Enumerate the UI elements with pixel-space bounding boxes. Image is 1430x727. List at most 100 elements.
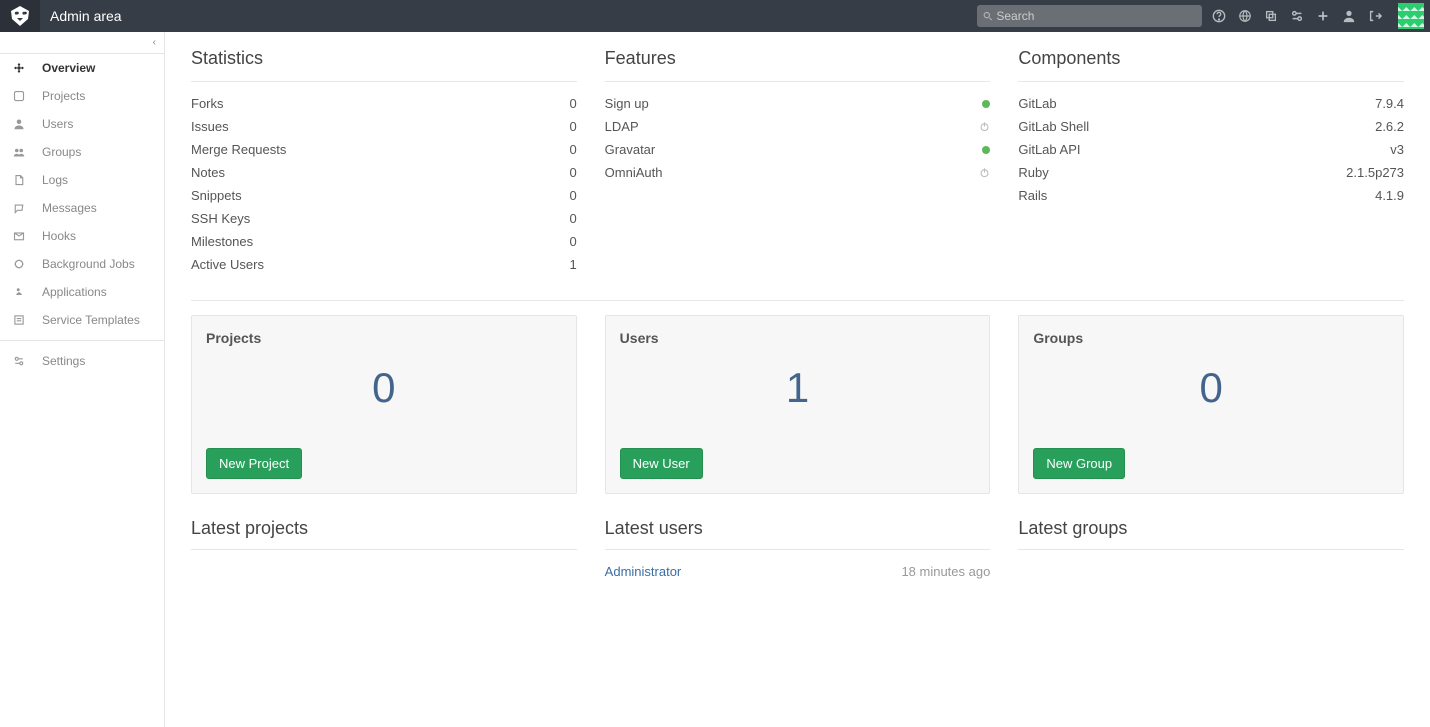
- signout-icon[interactable]: [1368, 9, 1382, 23]
- sidebar-item-messages[interactable]: Messages: [0, 194, 164, 222]
- stat-value: 0: [569, 96, 576, 111]
- globe-icon[interactable]: [1238, 9, 1252, 23]
- new-group-button[interactable]: New Group: [1033, 448, 1125, 479]
- avatar[interactable]: [1398, 3, 1424, 29]
- feature-row: Gravatar: [605, 138, 991, 161]
- stat-row: Snippets 0: [191, 184, 577, 207]
- sidebar-item-settings[interactable]: Settings: [0, 347, 164, 375]
- users-count: 1: [620, 364, 976, 412]
- stat-value: 0: [569, 119, 576, 134]
- stat-value: 1: [569, 257, 576, 272]
- search-box[interactable]: [977, 5, 1202, 27]
- stat-label: Snippets: [191, 188, 242, 203]
- sidebar-item-label: Applications: [42, 285, 107, 299]
- latest-users-column: Latest users Administrator 18 minutes ago: [605, 508, 991, 593]
- sidebar-item-projects[interactable]: Projects: [0, 82, 164, 110]
- overview-icon: [12, 62, 26, 74]
- latest-projects-heading: Latest projects: [191, 508, 577, 549]
- stat-value: 0: [569, 234, 576, 249]
- sidebar-item-label: Logs: [42, 173, 68, 187]
- sidebar-item-service-templates[interactable]: Service Templates: [0, 306, 164, 334]
- sidebar-item-label: Users: [42, 117, 73, 131]
- component-label: GitLab: [1018, 96, 1056, 111]
- stat-label: Forks: [191, 96, 224, 111]
- latest-user-row: Administrator 18 minutes ago: [605, 550, 991, 593]
- latest-user-link[interactable]: Administrator: [605, 564, 682, 579]
- stat-value: 0: [569, 211, 576, 226]
- stat-row: Issues 0: [191, 115, 577, 138]
- projects-count: 0: [206, 364, 562, 412]
- stat-row: Milestones 0: [191, 230, 577, 253]
- stat-label: Issues: [191, 119, 229, 134]
- stat-label: SSH Keys: [191, 211, 250, 226]
- sidebar-item-overview[interactable]: Overview: [0, 54, 164, 82]
- sidebar-item-hooks[interactable]: Hooks: [0, 222, 164, 250]
- latest-groups-column: Latest groups: [1018, 508, 1404, 593]
- users-card-title: Users: [620, 330, 976, 346]
- latest-projects-column: Latest projects: [191, 508, 577, 593]
- component-label: GitLab API: [1018, 142, 1080, 157]
- component-row: GitLab API v3: [1018, 138, 1404, 161]
- component-row: Ruby2.1.5p273: [1018, 161, 1404, 184]
- sidebar-item-groups[interactable]: Groups: [0, 138, 164, 166]
- settings-icon: [12, 355, 26, 367]
- help-icon[interactable]: [1212, 9, 1226, 23]
- groups-count: 0: [1033, 364, 1389, 412]
- component-value: v3: [1390, 142, 1404, 157]
- component-row: Rails4.1.9: [1018, 184, 1404, 207]
- sliders-icon[interactable]: [1290, 9, 1304, 23]
- sidebar-item-background-jobs[interactable]: Background Jobs: [0, 250, 164, 278]
- main-content: Statistics Forks0Issues0Merge Requests0N…: [165, 32, 1430, 727]
- new-project-button[interactable]: New Project: [206, 448, 302, 479]
- collapse-sidebar-button[interactable]: ‹: [0, 32, 164, 54]
- feature-row: Sign up: [605, 92, 991, 115]
- service-templates-icon: [12, 314, 26, 326]
- groups-icon: [12, 146, 26, 158]
- stat-label: Milestones: [191, 234, 253, 249]
- copy-icon[interactable]: [1264, 9, 1278, 23]
- sidebar-item-label: Background Jobs: [42, 257, 135, 271]
- feature-label: OmniAuth: [605, 165, 663, 180]
- top-icons: [1212, 3, 1430, 29]
- latest-groups-heading: Latest groups: [1018, 508, 1404, 549]
- status-off-icon: [979, 167, 990, 178]
- new-user-button[interactable]: New User: [620, 448, 703, 479]
- stat-label: Notes: [191, 165, 225, 180]
- hooks-icon: [12, 230, 26, 242]
- logs-icon: [12, 174, 26, 186]
- sidebar-divider: [0, 340, 164, 341]
- latest-user-time: 18 minutes ago: [901, 564, 990, 579]
- users-icon: [12, 118, 26, 130]
- feature-row: LDAP: [605, 115, 991, 138]
- stat-label: Merge Requests: [191, 142, 286, 157]
- search-input[interactable]: [996, 9, 1196, 23]
- sidebar: ‹ Overview Projects Users Groups Logs Message…: [0, 32, 165, 727]
- plus-icon[interactable]: [1316, 9, 1330, 23]
- sidebar-item-label: Groups: [42, 145, 81, 159]
- sidebar-item-label: Overview: [42, 61, 95, 75]
- component-row: GitLab Shell2.6.2: [1018, 115, 1404, 138]
- page-title: Admin area: [50, 8, 977, 24]
- sidebar-item-logs[interactable]: Logs: [0, 166, 164, 194]
- stat-row: Active Users 1: [191, 253, 577, 276]
- stat-label: Active Users: [191, 257, 264, 272]
- feature-row: OmniAuth: [605, 161, 991, 184]
- sidebar-item-label: Messages: [42, 201, 97, 215]
- stat-value: 0: [569, 188, 576, 203]
- status-off-icon: [979, 121, 990, 132]
- components-heading: Components: [1018, 48, 1404, 81]
- features-heading: Features: [605, 48, 991, 81]
- status-on-icon: [982, 100, 990, 108]
- gitlab-logo[interactable]: [0, 0, 40, 32]
- sidebar-item-label: Settings: [42, 354, 85, 368]
- component-value: 4.1.9: [1375, 188, 1404, 203]
- applications-icon: [12, 286, 26, 298]
- sidebar-item-applications[interactable]: Applications: [0, 278, 164, 306]
- sidebar-item-label: Service Templates: [42, 313, 140, 327]
- component-value: 2.6.2: [1375, 119, 1404, 134]
- features-column: Features Sign upLDAPGravatar OmniAuth: [605, 48, 991, 276]
- status-on-icon: [982, 146, 990, 154]
- user-icon[interactable]: [1342, 9, 1356, 23]
- latest-users-heading: Latest users: [605, 508, 991, 549]
- sidebar-item-users[interactable]: Users: [0, 110, 164, 138]
